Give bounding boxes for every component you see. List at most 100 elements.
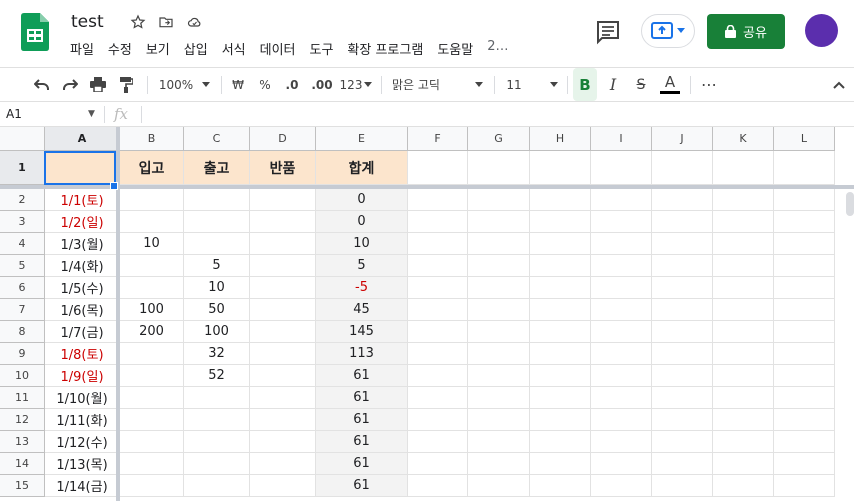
cell-b5[interactable] xyxy=(120,255,184,277)
cell-k10[interactable] xyxy=(713,365,774,387)
cell-h2[interactable] xyxy=(530,189,591,211)
cell-k6[interactable] xyxy=(713,277,774,299)
cell-d8[interactable] xyxy=(250,321,316,343)
cell-c4[interactable] xyxy=(184,233,250,255)
cell-k2[interactable] xyxy=(713,189,774,211)
cell-a2[interactable]: 1/1(토) xyxy=(45,189,120,211)
column-header-j[interactable]: J xyxy=(652,127,713,151)
bold-button[interactable]: B xyxy=(573,68,597,101)
row-header-11[interactable]: 11 xyxy=(0,387,45,409)
cell-d11[interactable] xyxy=(250,387,316,409)
cell-f6[interactable] xyxy=(408,277,468,299)
cell-h3[interactable] xyxy=(530,211,591,233)
column-header-e[interactable]: E xyxy=(316,127,408,151)
cell-d9[interactable] xyxy=(250,343,316,365)
cell-a3[interactable]: 1/2(일) xyxy=(45,211,120,233)
cell-h14[interactable] xyxy=(530,453,591,475)
row-header-3[interactable]: 3 xyxy=(0,211,45,233)
cell-d6[interactable] xyxy=(250,277,316,299)
menu-data[interactable]: 데이터 xyxy=(260,39,296,58)
cell-c14[interactable] xyxy=(184,453,250,475)
cell-g14[interactable] xyxy=(468,453,530,475)
cell-l5[interactable] xyxy=(774,255,835,277)
cell-c8[interactable]: 100 xyxy=(184,321,250,343)
cell-f13[interactable] xyxy=(408,431,468,453)
cell-a9[interactable]: 1/8(토) xyxy=(45,343,120,365)
font-family-select[interactable]: 맑은 고딕 xyxy=(392,68,462,101)
present-button[interactable] xyxy=(641,14,695,48)
cell-d12[interactable] xyxy=(250,409,316,431)
cell-i9[interactable] xyxy=(591,343,652,365)
cell-k5[interactable] xyxy=(713,255,774,277)
cell-b6[interactable] xyxy=(120,277,184,299)
cell-j11[interactable] xyxy=(652,387,713,409)
cell-g12[interactable] xyxy=(468,409,530,431)
menu-format[interactable]: 서식 xyxy=(222,39,246,58)
cell-j7[interactable] xyxy=(652,299,713,321)
menu-help[interactable]: 도움말 xyxy=(437,39,473,58)
header-cell-g[interactable] xyxy=(468,151,530,185)
column-header-h[interactable]: H xyxy=(530,127,591,151)
cell-c6[interactable]: 10 xyxy=(184,277,250,299)
cell-e3[interactable]: 0 xyxy=(316,211,408,233)
chevron-down-icon[interactable]: ▼ xyxy=(88,109,95,119)
cell-g9[interactable] xyxy=(468,343,530,365)
document-title[interactable]: test xyxy=(71,12,104,32)
row-header-1[interactable]: 1 xyxy=(0,151,45,185)
column-header-d[interactable]: D xyxy=(250,127,316,151)
cell-h11[interactable] xyxy=(530,387,591,409)
cell-d2[interactable] xyxy=(250,189,316,211)
vertical-scrollbar[interactable] xyxy=(846,192,854,216)
cell-f14[interactable] xyxy=(408,453,468,475)
move-folder-icon[interactable] xyxy=(156,12,176,32)
cell-f15[interactable] xyxy=(408,475,468,497)
column-header-c[interactable]: C xyxy=(184,127,250,151)
cell-a13[interactable]: 1/12(수) xyxy=(45,431,120,453)
cell-l12[interactable] xyxy=(774,409,835,431)
cell-k7[interactable] xyxy=(713,299,774,321)
cell-b3[interactable] xyxy=(120,211,184,233)
cell-c9[interactable]: 32 xyxy=(184,343,250,365)
cell-d15[interactable] xyxy=(250,475,316,497)
cloud-status-icon[interactable] xyxy=(184,12,204,32)
cell-l14[interactable] xyxy=(774,453,835,475)
cell-e6[interactable]: -5 xyxy=(316,277,408,299)
cell-g2[interactable] xyxy=(468,189,530,211)
cell-h10[interactable] xyxy=(530,365,591,387)
name-box[interactable]: A1 xyxy=(6,107,22,121)
cell-k9[interactable] xyxy=(713,343,774,365)
cell-h8[interactable] xyxy=(530,321,591,343)
header-cell-j[interactable] xyxy=(652,151,713,185)
cell-d14[interactable] xyxy=(250,453,316,475)
chevron-down-icon[interactable] xyxy=(474,68,484,101)
cell-a11[interactable]: 1/10(월) xyxy=(45,387,120,409)
cell-b4[interactable]: 10 xyxy=(120,233,184,255)
cell-l15[interactable] xyxy=(774,475,835,497)
cell-g10[interactable] xyxy=(468,365,530,387)
cell-g15[interactable] xyxy=(468,475,530,497)
cell-d13[interactable] xyxy=(250,431,316,453)
cell-l4[interactable] xyxy=(774,233,835,255)
cell-d3[interactable] xyxy=(250,211,316,233)
cell-i10[interactable] xyxy=(591,365,652,387)
frozen-row-divider[interactable] xyxy=(0,185,854,189)
cell-j8[interactable] xyxy=(652,321,713,343)
undo-icon[interactable] xyxy=(31,68,53,101)
cell-a5[interactable]: 1/4(화) xyxy=(45,255,120,277)
cell-e4[interactable]: 10 xyxy=(316,233,408,255)
cell-h15[interactable] xyxy=(530,475,591,497)
header-cell-d[interactable]: 반품 xyxy=(250,151,316,185)
cell-e10[interactable]: 61 xyxy=(316,365,408,387)
menu-edit[interactable]: 수정 xyxy=(108,39,132,58)
cell-c3[interactable] xyxy=(184,211,250,233)
cell-f9[interactable] xyxy=(408,343,468,365)
cell-k15[interactable] xyxy=(713,475,774,497)
cell-a10[interactable]: 1/9(일) xyxy=(45,365,120,387)
header-cell-e[interactable]: 합계 xyxy=(316,151,408,185)
row-header-15[interactable]: 15 xyxy=(0,475,45,497)
cell-f11[interactable] xyxy=(408,387,468,409)
cell-j6[interactable] xyxy=(652,277,713,299)
row-header-8[interactable]: 8 xyxy=(0,321,45,343)
font-size-select[interactable]: 11 xyxy=(503,68,525,101)
cell-l2[interactable] xyxy=(774,189,835,211)
